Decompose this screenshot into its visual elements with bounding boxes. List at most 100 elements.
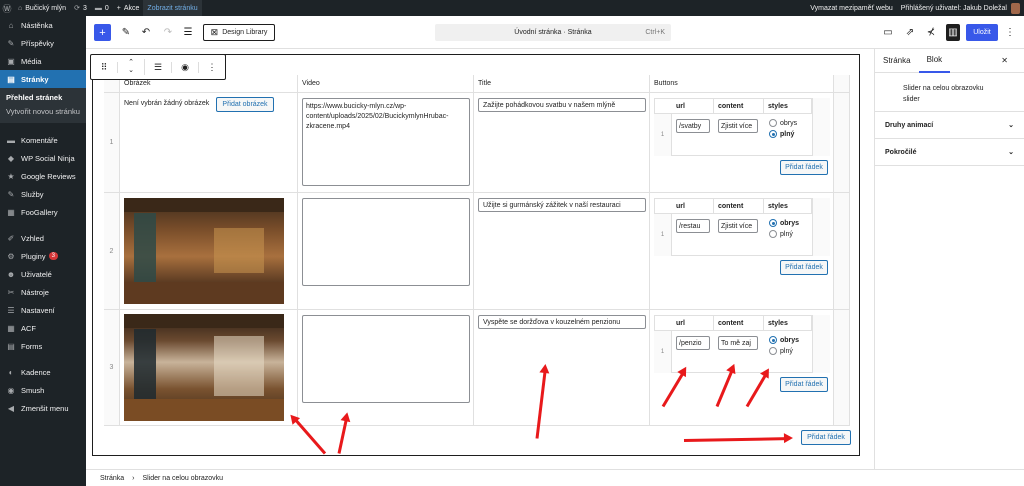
drag-handle-icon[interactable]: ⠿ bbox=[91, 61, 118, 73]
url-input[interactable]: /svatby bbox=[676, 119, 710, 133]
style-radio-filled[interactable]: plný bbox=[769, 346, 793, 356]
row-number[interactable]: 1 bbox=[104, 93, 120, 193]
save-button[interactable]: Uložit bbox=[966, 24, 998, 41]
sidebar-item-media[interactable]: ▣ Média bbox=[0, 52, 86, 70]
account-link[interactable]: Přihlášený uživatel: Jakub Doležal bbox=[897, 0, 1024, 16]
sidebar-item-plugins[interactable]: ⚙ Pluginy 3 bbox=[0, 247, 86, 265]
sidebar-item-comments[interactable]: ▬ Komentáře bbox=[0, 131, 86, 149]
sidebar-item-label: Smush bbox=[21, 385, 45, 395]
sidebar-item-smush[interactable]: ◉ Smush bbox=[0, 381, 86, 399]
url-input[interactable]: /restau bbox=[676, 219, 710, 233]
style-radio-filled[interactable]: plný bbox=[769, 229, 793, 239]
add-subrow-button[interactable]: Přidat řádek bbox=[780, 260, 828, 275]
video-textarea[interactable]: https://www.bucicky-mlyn.cz/wp-content/u… bbox=[302, 98, 470, 186]
breadcrumb-page[interactable]: Stránka bbox=[100, 475, 124, 482]
sidebar-item-collapse[interactable]: ◀ Zmenšit menu bbox=[0, 399, 86, 417]
add-image-button[interactable]: Přidat obrázek bbox=[216, 97, 274, 112]
advanced-section[interactable]: Pokročilé ⌄ bbox=[875, 139, 1024, 166]
site-name-link[interactable]: ⌂ Bučický mlýn bbox=[14, 0, 70, 16]
submenu-all-pages[interactable]: Přehled stránek bbox=[0, 91, 86, 105]
content-input[interactable]: To mě zaj bbox=[718, 336, 758, 350]
add-block-button[interactable]: + bbox=[94, 24, 111, 41]
wordpress-logo-icon[interactable]: Ⓦ bbox=[0, 1, 14, 15]
style-radio-outline[interactable]: obrys bbox=[769, 118, 797, 128]
add-row-button[interactable]: Přidat řádek bbox=[801, 430, 851, 445]
sidebar-item-acf[interactable]: ▦ ACF bbox=[0, 319, 86, 337]
collapse-icon: ◀ bbox=[7, 403, 15, 413]
style-radio-filled[interactable]: plný bbox=[769, 129, 794, 139]
video-textarea[interactable] bbox=[302, 315, 470, 403]
radio-circle-icon bbox=[769, 119, 777, 127]
content-input[interactable]: Zjistit více bbox=[718, 119, 758, 133]
submenu-new-page[interactable]: Vytvořit novou stránku bbox=[0, 105, 86, 119]
tab-block[interactable]: Blok bbox=[918, 49, 951, 73]
tab-page[interactable]: Stránka bbox=[875, 49, 919, 73]
title-input[interactable]: Zažijte pohádkovou svatbu v našem mlýně bbox=[478, 98, 646, 112]
forms-icon: ▤ bbox=[7, 341, 15, 351]
external-view-icon[interactable]: ⇗ bbox=[903, 24, 917, 41]
image-floor bbox=[124, 282, 284, 304]
preview-toggle-icon[interactable]: ◉ bbox=[172, 61, 199, 73]
redo-icon[interactable]: ↷ bbox=[161, 24, 175, 41]
sidebar-item-kadence[interactable]: ◐ Kadence bbox=[0, 363, 86, 381]
design-library-button[interactable]: ⊠ Design Library bbox=[203, 24, 275, 41]
sidebar-item-forms[interactable]: ▤ Forms bbox=[0, 337, 86, 355]
sidebar-item-pages[interactable]: ▤ Stránky bbox=[0, 70, 86, 88]
row-number[interactable]: 3 bbox=[104, 310, 120, 426]
sidebar-item-settings[interactable]: ☰ Nastavení bbox=[0, 301, 86, 319]
sidebar-item-star[interactable]: ★ Google Reviews bbox=[0, 167, 86, 185]
comments-link[interactable]: ▬ 0 bbox=[91, 0, 113, 16]
sidebar-item-ninja[interactable]: ◆ WP Social Ninja bbox=[0, 149, 86, 167]
align-icon[interactable]: ☰ bbox=[145, 61, 172, 73]
style-radio-outline[interactable]: obrys bbox=[769, 218, 799, 228]
sidebar-item-dashboard[interactable]: ⌂ Nástěnka bbox=[0, 16, 86, 34]
undo-icon[interactable]: ↶ bbox=[139, 24, 153, 41]
list-view-icon[interactable]: ☰ bbox=[181, 24, 195, 41]
add-subrow-button[interactable]: Přidat řádek bbox=[780, 377, 828, 392]
title-input[interactable]: Užijte si gurmánský zážitek v naší resta… bbox=[478, 198, 646, 212]
sidebar-item-services[interactable]: ✎ Služby bbox=[0, 185, 86, 203]
sidebar-item-appearance[interactable]: ✐ Vzhled bbox=[0, 229, 86, 247]
subrow-number[interactable]: 1 bbox=[654, 114, 672, 156]
breadcrumb-block[interactable]: Slider na celou obrazovku bbox=[142, 475, 223, 482]
content-input[interactable]: Zjistit více bbox=[718, 219, 758, 233]
comments-icon: ▬ bbox=[7, 135, 15, 145]
subtable-column-header: content bbox=[714, 198, 764, 214]
more-options-icon[interactable]: ⋮ bbox=[1004, 24, 1016, 41]
block-options-icon[interactable]: ⋮ bbox=[199, 62, 225, 73]
pencil-icon[interactable]: ✎ bbox=[119, 24, 133, 41]
avatar bbox=[1011, 2, 1020, 14]
ninja-icon: ◆ bbox=[7, 153, 15, 163]
sidebar-item-label: FooGallery bbox=[21, 207, 58, 217]
url-input[interactable]: /penzio bbox=[676, 336, 710, 350]
row-number[interactable]: 2 bbox=[104, 193, 120, 310]
sidebar-item-users[interactable]: ☻ Uživatelé bbox=[0, 265, 86, 283]
view-page-link[interactable]: Zobrazit stránku bbox=[143, 0, 202, 16]
move-up-down-icon[interactable]: ⌃ ⌄ bbox=[118, 59, 145, 75]
subrow-number[interactable]: 1 bbox=[654, 214, 672, 256]
kadence-icon[interactable]: ⊀ bbox=[924, 24, 938, 41]
new-content-link[interactable]: + Akce bbox=[113, 0, 144, 16]
video-textarea[interactable] bbox=[302, 198, 470, 286]
plus-icon: + bbox=[116, 4, 121, 12]
row-actions bbox=[834, 193, 850, 310]
image-light bbox=[214, 228, 264, 273]
updates-link[interactable]: ⟳ 3 bbox=[70, 0, 91, 16]
style-radio-outline[interactable]: obrys bbox=[769, 335, 799, 345]
command-bar[interactable]: Úvodní stránka · Stránka Ctrl+K bbox=[435, 24, 671, 41]
smush-icon: ◉ bbox=[7, 385, 15, 395]
close-icon[interactable]: ✕ bbox=[993, 49, 1016, 73]
animations-section[interactable]: Druhy animací ⌄ bbox=[875, 112, 1024, 139]
settings-panel-icon[interactable]: ▥ bbox=[946, 24, 960, 41]
desktop-preview-icon[interactable]: ▭ bbox=[881, 24, 895, 41]
sidebar-item-pin[interactable]: ✎ Příspěvky bbox=[0, 34, 86, 52]
sidebar-item-tools[interactable]: ✂ Nástroje bbox=[0, 283, 86, 301]
subrow-number[interactable]: 1 bbox=[654, 331, 672, 373]
title-input[interactable]: Vyspěte se doržďova v kouzelném penzionu bbox=[478, 315, 646, 329]
sidebar-item-gallery[interactable]: ▦ FooGallery bbox=[0, 203, 86, 221]
row-image[interactable] bbox=[124, 198, 284, 304]
row-image[interactable] bbox=[124, 314, 284, 421]
chevron-down-icon: ⌄ bbox=[1008, 149, 1014, 156]
clear-cache-link[interactable]: Vymazat mezipaměť webu bbox=[806, 0, 897, 16]
add-subrow-button[interactable]: Přidat řádek bbox=[780, 160, 828, 175]
